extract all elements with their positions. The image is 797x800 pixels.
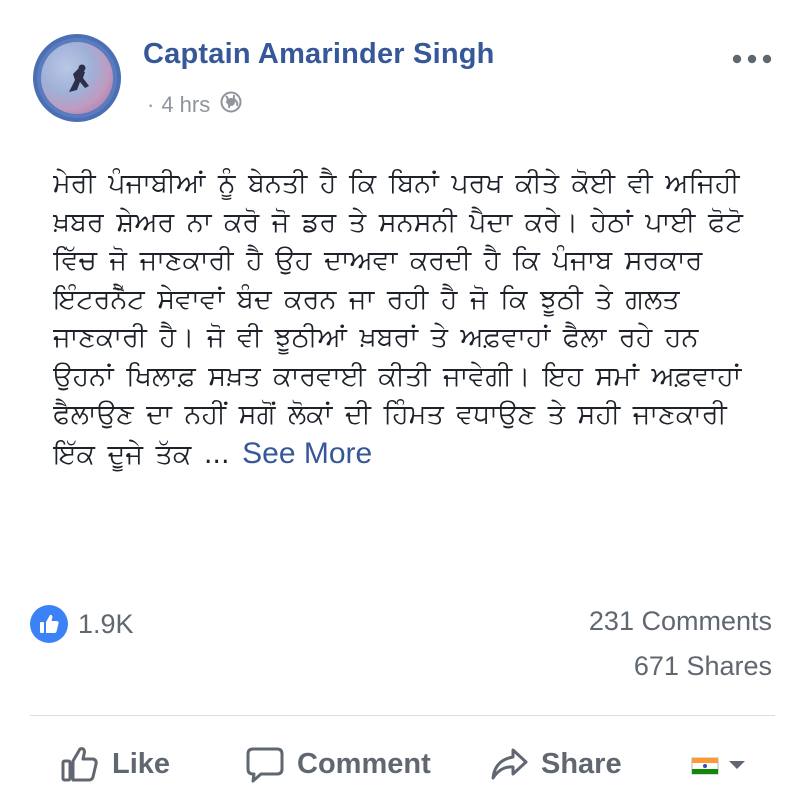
post-text-line: ਉਹਨਾਂ ਖਿਲਾਫ਼ ਸਖ਼ਤ ਕਾਰਵਾਈ ਕੀਤੀ ਜਾਵੇਗੀ। ਇਹ… [53,360,742,392]
share-label: Share [541,747,622,780]
comment-button[interactable]: Comment [245,735,431,793]
share-arrow-icon [491,748,528,780]
thumbs-up-outline-icon [61,747,98,782]
post-text-line: ਵਿੱਚ ਜੋ ਜਾਣਕਾਰੀ ਹੈ ਉਹ ਦਾਅਵਾ ਕਰਦੀ ਹੈ ਕਿ ਪ… [53,245,703,276]
meta-separator: · [147,92,155,117]
post-text-line: ਜਾਣਕਾਰੀ ਹੈ। ਜੋ ਵੀ ਝੂਠੀਆਂ ਖ਼ਬਰਾਂ ਤੇ ਅਫ਼ਵਾ… [53,322,699,353]
post-text-last-line: ਇੱਕ ਦੂਜੇ ਤੱਕ ... See More [53,435,775,475]
reactions-summary[interactable]: 1.9K [30,605,134,643]
avatar[interactable] [33,34,121,122]
see-more-link[interactable]: See More [242,437,372,470]
post-text-line: ਇੰਟਰਨੈੱਟ ਸੇਵਾਵਾਂ ਬੰਦ ਕਰਨ ਜਾ ਰਹੀ ਹੈ ਜੋ ਕਿ… [53,283,680,315]
shares-count[interactable]: 671 Shares [634,651,772,682]
post-text: ਮੇਰੀ ਪੰਜਾਬੀਆਂ ਨੂੰ ਬੇਨਤੀ ਹੈ ਕਿ ਬਿਨਾਂ ਪਰਖ … [53,165,775,474]
comments-count[interactable]: 231 Comments [589,606,772,637]
more-options-icon[interactable] [728,44,776,74]
post-text-line: ਫੈਲਾਉਣ ਦਾ ਨਹੀਂ ਸਗੋਂ ਲੋਕਾਂ ਦੀ ਹਿੰਮਤ ਵਧਾਉਣ… [53,399,727,430]
share-button[interactable]: Share [489,735,622,793]
post-text-truncated: ਇੱਕ ਦੂਜੇ ਤੱਕ ... [53,438,230,470]
reaction-count: 1.9K [78,608,134,639]
facebook-post: Captain Amarinder Singh · 4 hrs ਮੇਰੀ ਪੰਜ… [0,0,797,800]
speech-bubble-icon [246,747,284,783]
post-text-line: ਮੇਰੀ ਪੰਜਾਬੀਆਂ ਨੂੰ ਬੇਨਤੀ ਹੈ ਕਿ ਬਿਨਾਂ ਪਰਖ … [53,168,740,199]
like-label: Like [112,747,171,780]
comment-label: Comment [297,747,431,780]
post-meta: · 4 hrs [143,90,242,120]
globe-icon [220,91,242,119]
chevron-down-icon [729,761,745,769]
avatar-figure-icon [69,64,89,92]
post-text-line: ਖ਼ਬਰ ਸ਼ੇਅਰ ਨਾ ਕਰੋ ਜੋ ਡਰ ਤੇ ਸਨਸਨੀ ਪੈਦਾ ਕਰ… [53,206,743,238]
audience-selector[interactable] [690,751,748,779]
like-button[interactable]: Like [60,735,170,793]
thumbs-up-icon [30,605,68,643]
divider [30,715,775,716]
post-time[interactable]: 4 hrs [161,92,210,118]
author-name[interactable]: Captain Amarinder Singh [143,38,495,71]
avatar-image [41,42,113,114]
flag-audience-icon [691,757,719,775]
action-bar: Like Comment Share [30,735,775,793]
